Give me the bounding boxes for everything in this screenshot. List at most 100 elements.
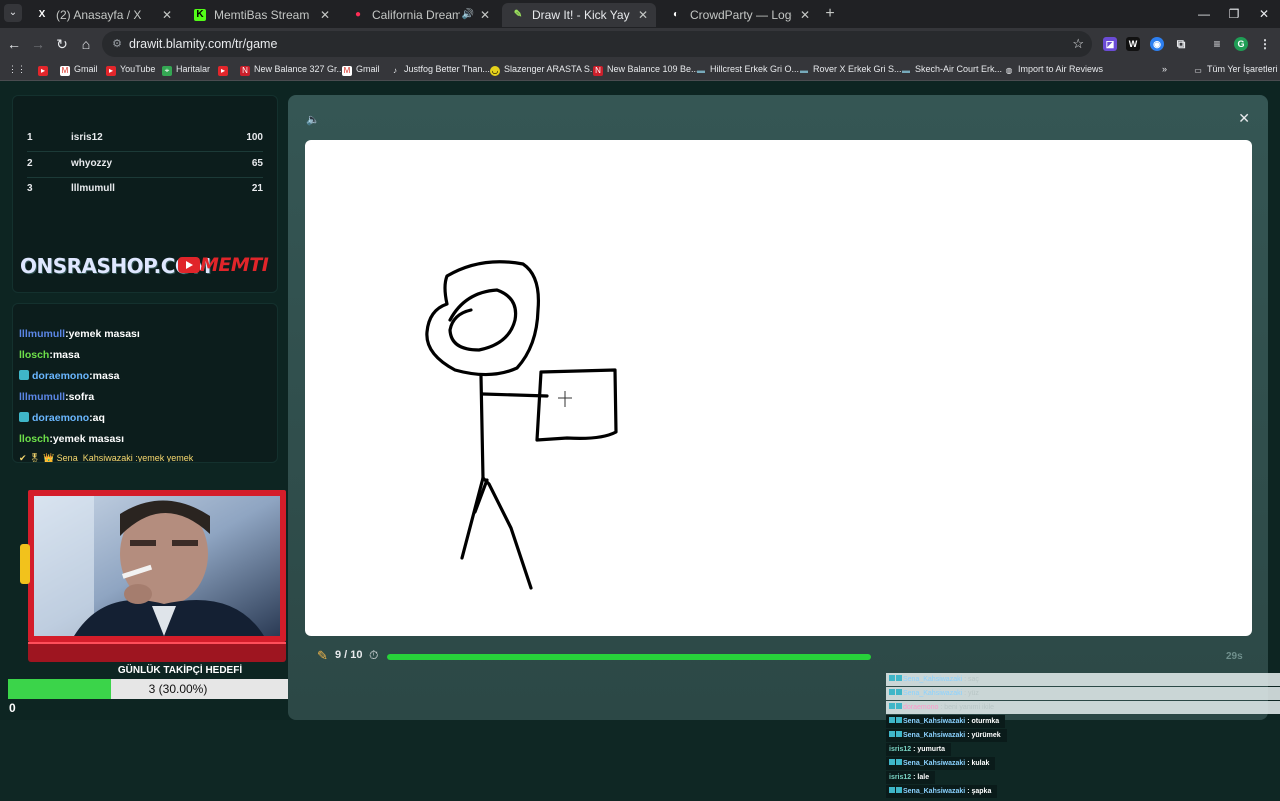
subscriber-badge-icon	[19, 412, 29, 422]
bookmark-item[interactable]: ◍ Import to Air Reviews	[1004, 60, 1104, 78]
bookmark-item[interactable]: ▸	[38, 60, 52, 78]
guess-chat-username: Sena_Kahsiwazaki	[903, 788, 966, 795]
close-icon[interactable]: ✕	[320, 3, 330, 27]
gmail-icon: M	[342, 66, 352, 76]
close-icon[interactable]: ✕	[162, 3, 172, 27]
more-bookmarks-chevron-icon[interactable]: »	[1162, 60, 1167, 78]
youtube-icon: ▸	[38, 66, 48, 76]
subscriber-badge-icon	[896, 731, 902, 737]
crowdparty-icon: ◐	[672, 9, 680, 20]
guess-chat-username: isris12	[889, 746, 912, 753]
tab-title: California Dreamin' - YouTube	[372, 8, 460, 22]
url-text[interactable]: drawit.blamity.com/tr/game	[129, 31, 277, 57]
guess-chat-text: : lale	[911, 774, 930, 781]
tab-kick[interactable]: K MemtiBas Stream - Watch Live ✕	[184, 3, 338, 27]
bookmark-item[interactable]: M Gmail	[60, 60, 98, 78]
pencil-icon: ✎	[317, 648, 328, 663]
restore-button[interactable]: ❐	[1224, 4, 1244, 24]
tab-title: Draw It! - Kick Yayınları İçin Çizim	[532, 8, 630, 22]
close-icon[interactable]: ✕	[638, 3, 648, 27]
webcam-overlay	[20, 490, 286, 662]
tab-search-button[interactable]: ⌄	[4, 4, 22, 22]
forward-button[interactable]: →	[28, 34, 48, 54]
bookmark-item[interactable]: ▬ Skech-Air Court Erk...	[901, 60, 1002, 78]
divider	[27, 151, 263, 152]
chat-username: lllmumull	[19, 328, 66, 340]
youtube-icon: ▸	[218, 66, 228, 76]
close-icon[interactable]: ✕	[480, 3, 490, 27]
cursor-crosshair	[558, 391, 572, 407]
bookmark-item[interactable]: N New Balance 109 Be...	[593, 60, 699, 78]
subscriber-badge-icon	[889, 689, 895, 695]
slazenger-icon: ◡	[490, 66, 500, 76]
youtube-music-icon: ●	[354, 9, 362, 20]
player-score: 21	[251, 183, 263, 194]
bookmark-item[interactable]: ♪ Justfog Better Than...	[390, 60, 490, 78]
chat-message: llosch:yemek masası	[19, 433, 124, 451]
speaker-icon[interactable]: 🔊	[462, 3, 474, 27]
drawing-canvas[interactable]	[305, 140, 1252, 636]
player-name: lllmumull	[71, 183, 115, 194]
window-close-button[interactable]: ✕	[1254, 4, 1274, 24]
reload-button[interactable]: ↻	[52, 34, 72, 54]
minimize-button[interactable]: —	[1194, 4, 1214, 24]
tab-x[interactable]: X (2) Anasayfa / X ✕	[26, 3, 180, 27]
round-status-bar: ✎ 9 / 10 ⏱	[305, 643, 1252, 669]
new-balance-icon: N	[593, 66, 603, 76]
guess-chat-text: : yüz	[962, 690, 979, 697]
subscriber-badge-icon	[889, 731, 895, 737]
all-bookmarks-folder[interactable]: ▭ Tüm Yer İşaretleri	[1193, 60, 1277, 78]
chat-message: lllmumull:yemek masası	[19, 328, 140, 346]
new-balance-icon: N	[240, 66, 250, 76]
browser-tab-bar: ⌄ X (2) Anasayfa / X ✕ K MemtiBas Stream…	[0, 0, 1280, 28]
leaderboard-row: 3 lllmumull 21	[27, 183, 263, 205]
shoe-store-icon: ▬	[800, 66, 808, 75]
tab-youtube[interactable]: ● California Dreamin' - YouTube 🔊 ✕	[342, 3, 498, 27]
bookmark-item[interactable]: ▬ Hillcrest Erkek Gri O...	[696, 60, 799, 78]
round-counter: 9 / 10	[335, 649, 363, 661]
guess-chat-text: : yumurta	[911, 746, 946, 753]
extension-w-icon[interactable]: W	[1126, 37, 1140, 51]
bookmark-item[interactable]: ▸ YouTube	[106, 60, 155, 78]
tab-crowdparty[interactable]: ◐ CrowdParty — Logoyu Tahmin Et ✕	[660, 3, 818, 27]
stopwatch-icon: ⏱	[369, 648, 379, 662]
sound-icon[interactable]: 🔈	[306, 113, 320, 126]
bookmark-item[interactable]: ⌖ Haritalar	[162, 60, 210, 78]
new-tab-button[interactable]: +	[822, 5, 838, 23]
back-button[interactable]: ←	[4, 34, 24, 54]
site-info-icon[interactable]: ⚙	[110, 37, 124, 51]
guess-chat-message: Sena_Kahsiwazaki : yürümek	[886, 729, 1007, 742]
media-control-icon[interactable]: ≡	[1210, 37, 1224, 51]
guess-chat-message: Sena_Kahsiwazaki : kulak	[886, 757, 996, 770]
home-button[interactable]: ⌂	[76, 34, 96, 54]
subscriber-badge-icon	[889, 717, 895, 723]
globe-icon: ◍	[1005, 66, 1013, 75]
justfog-icon: ♪	[393, 66, 397, 75]
extension-blue-icon[interactable]: ◉	[1150, 37, 1164, 51]
bookmark-item[interactable]: ▸	[218, 60, 232, 78]
profile-avatar[interactable]: G	[1234, 37, 1248, 51]
chat-username: llosch	[19, 433, 50, 445]
bookmark-star-icon[interactable]: ☆	[1072, 31, 1084, 57]
drawing-strokes	[425, 260, 618, 590]
bookmark-item[interactable]: N New Balance 327 Gr...	[240, 60, 344, 78]
close-icon[interactable]: ✕	[1238, 110, 1250, 127]
chat-message: llosch:masa	[19, 349, 80, 367]
chat-username: doraemono	[32, 370, 90, 382]
browser-menu-icon[interactable]: ⋮	[1258, 37, 1272, 51]
bookmark-item[interactable]: ▬ Rover X Erkek Gri S...	[799, 60, 902, 78]
address-bar[interactable]: ⚙ drawit.blamity.com/tr/game ☆	[102, 31, 1092, 57]
apps-grid-icon[interactable]: ⋮⋮	[8, 60, 26, 78]
player-score: 100	[246, 132, 263, 143]
tab-drawit[interactable]: ✎ Draw It! - Kick Yayınları İçin Çizim ✕	[502, 3, 656, 27]
guess-chat-text: : saç	[962, 676, 979, 683]
extensions-puzzle-icon[interactable]: ⧉	[1174, 37, 1188, 51]
bookmark-item[interactable]: M Gmail	[342, 60, 380, 78]
chat-text: :masa	[49, 349, 80, 361]
close-icon[interactable]: ✕	[800, 3, 810, 27]
bookmark-item[interactable]: ◡ Slazenger ARASTA S...	[490, 60, 597, 78]
subscriber-badge-icon	[896, 717, 902, 723]
extension-icon[interactable]: ◪	[1103, 37, 1117, 51]
chat-username: llosch	[19, 349, 50, 361]
guess-chat-message: isris12 : yumurta	[886, 743, 952, 756]
